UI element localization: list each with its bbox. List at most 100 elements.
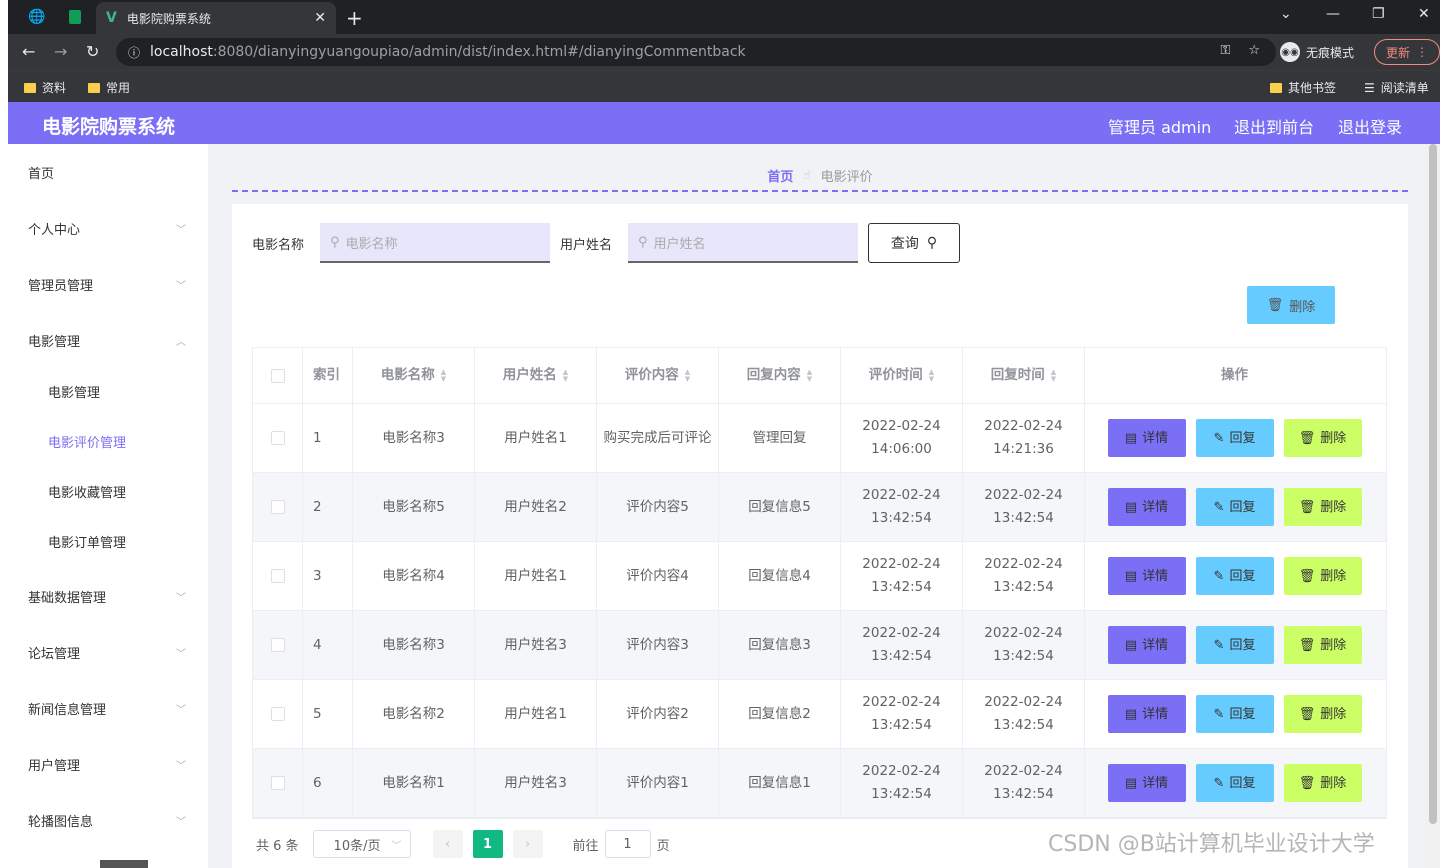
sidebar-sub-movie[interactable]: 电影管理	[8, 366, 208, 416]
detail-button[interactable]: ▤ 详情	[1107, 557, 1186, 595]
close-icon[interactable]: ✕	[314, 10, 326, 26]
user-name-input[interactable]: ⚲ 用户姓名	[628, 223, 858, 263]
sort-icon[interactable]: ▲ ▼	[685, 368, 690, 383]
delete-button[interactable]: 🗑 删除	[1283, 557, 1362, 595]
sidebar-item-news[interactable]: 新闻信息管理 ﹀	[8, 680, 208, 736]
row-checkbox[interactable]	[270, 569, 285, 583]
back-icon[interactable]: ←	[22, 42, 35, 61]
restore-icon[interactable]: ❐	[1372, 6, 1385, 22]
new-tab-icon[interactable]: +	[346, 6, 363, 30]
user-name-placeholder: 用户姓名	[653, 236, 706, 252]
header-comment-time[interactable]: 评价时间 ▲ ▼	[841, 348, 963, 403]
select-all-checkbox[interactable]	[270, 368, 285, 383]
prev-page-button[interactable]: ‹	[432, 830, 463, 858]
logout-link[interactable]: 退出登录	[1338, 114, 1402, 138]
goto-page-input[interactable]: 1	[604, 830, 651, 858]
detail-button[interactable]: ▤ 详情	[1107, 488, 1186, 526]
sidebar-item-users[interactable]: 用户管理 ﹀	[8, 736, 208, 792]
minimize-icon[interactable]: —	[1326, 6, 1340, 22]
movie-name-input[interactable]: ⚲ 电影名称	[320, 223, 550, 263]
row-checkbox[interactable]	[270, 500, 285, 514]
sidebar-item-basic-data[interactable]: 基础数据管理 ﹀	[8, 568, 208, 624]
sidebar-sub-movie-comment[interactable]: 电影评价管理	[8, 416, 208, 466]
row-reply-time-value: 2022-02-24 13:42:54	[984, 694, 1063, 733]
delete-button[interactable]: 🗑 删除	[1283, 764, 1362, 802]
delete-button[interactable]: 🗑 删除	[1283, 626, 1362, 664]
row-checkbox[interactable]	[270, 707, 285, 721]
detail-button[interactable]: ▤ 详情	[1107, 419, 1186, 457]
row-checkbox[interactable]	[270, 431, 285, 445]
other-bookmarks[interactable]: 其他书签	[1270, 79, 1336, 96]
row-comment-value: 评价内容3	[626, 636, 689, 653]
row-checkbox[interactable]	[270, 638, 285, 652]
row-index-value: 5	[313, 705, 322, 722]
delete-label: 删除	[1320, 430, 1347, 446]
delete-button[interactable]: 🗑 删除	[1283, 419, 1362, 457]
header-reply[interactable]: 回复内容 ▲ ▼	[719, 348, 841, 403]
chevron-down-icon[interactable]: ⌄	[1280, 6, 1292, 22]
sidebar-sub-movie-favorite[interactable]: 电影收藏管理	[8, 466, 208, 516]
sidebar-item-forum[interactable]: 论坛管理 ﹀	[8, 624, 208, 680]
delete-label: 删除	[1320, 775, 1347, 791]
bookmark-folder[interactable]: 常用	[88, 79, 130, 96]
update-button[interactable]: 更新 ⋮	[1374, 39, 1440, 65]
reload-icon[interactable]: ↻	[86, 42, 99, 61]
delete-button[interactable]: 🗑 删除	[1283, 695, 1362, 733]
incognito-indicator[interactable]: ◉◉ 无痕模式	[1280, 42, 1354, 62]
row-movie-value: 电影名称4	[382, 567, 445, 584]
page-scrollbar[interactable]	[1426, 144, 1440, 868]
reply-button[interactable]: ✎ 回复	[1195, 764, 1274, 802]
sort-icon[interactable]: ▲ ▼	[929, 368, 934, 383]
sort-icon[interactable]: ▲ ▼	[1051, 368, 1056, 383]
globe-icon[interactable]: 🌐	[28, 8, 46, 26]
row-user: 用户姓名3	[475, 749, 597, 817]
reply-button[interactable]: ✎ 回复	[1195, 419, 1274, 457]
detail-button[interactable]: ▤ 详情	[1107, 695, 1186, 733]
row-checkbox[interactable]	[270, 776, 285, 790]
sort-icon[interactable]: ▲ ▼	[563, 368, 568, 383]
reply-button[interactable]: ✎ 回复	[1195, 557, 1274, 595]
header-movie[interactable]: 电影名称 ▲ ▼	[353, 348, 475, 403]
sidebar-item-carousel[interactable]: 轮播图信息 ﹀	[8, 792, 208, 848]
page-size-select[interactable]: 10条/页 ﹀	[312, 830, 411, 858]
page-number-current[interactable]: 1	[472, 830, 503, 858]
header-reply-time[interactable]: 回复时间 ▲ ▼	[963, 348, 1085, 403]
star-icon[interactable]: ☆	[1248, 43, 1260, 58]
sidebar-item-home[interactable]: 首页	[8, 144, 208, 200]
sidebar-item-profile[interactable]: 个人中心 ﹀	[8, 200, 208, 256]
sort-icon[interactable]: ▲ ▼	[441, 368, 446, 383]
exit-to-front-link[interactable]: 退出到前台	[1234, 114, 1314, 138]
chevron-up-icon: ︿	[176, 336, 186, 348]
reply-button[interactable]: ✎ 回复	[1195, 488, 1274, 526]
breadcrumb-home[interactable]: 首页	[767, 166, 793, 185]
detail-button[interactable]: ▤ 详情	[1107, 626, 1186, 664]
sidebar-item-admin-mgmt[interactable]: 管理员管理 ﹀	[8, 256, 208, 312]
sidebar-item-movie-mgmt[interactable]: 电影管理 ︿	[8, 312, 208, 368]
row-index-value: 4	[313, 636, 322, 653]
table-row: 4 电影名称3 用户姓名3 评价内容3 回复信息3 2022-02-24 13:42:54…	[253, 611, 1386, 680]
header-comment[interactable]: 评价内容 ▲ ▼	[597, 348, 719, 403]
sheets-icon[interactable]	[66, 8, 84, 26]
delete-button[interactable]: 🗑 删除	[1283, 488, 1362, 526]
bookmark-folder[interactable]: 资料	[24, 79, 66, 96]
address-bar[interactable]: ⓘ localhost :8080/dianyingyuangoupiao/ad…	[116, 38, 1276, 66]
row-index: 5	[303, 680, 353, 748]
edit-icon: ✎	[1213, 499, 1225, 515]
forward-icon[interactable]: →	[54, 42, 67, 61]
query-button[interactable]: 查询 ⚲	[868, 223, 960, 263]
reply-button[interactable]: ✎ 回复	[1195, 626, 1274, 664]
key-icon[interactable]: ⚿	[1220, 43, 1230, 58]
reply-button[interactable]: ✎ 回复	[1195, 695, 1274, 733]
sidebar-sub-movie-order[interactable]: 电影订单管理	[8, 516, 208, 566]
active-tab[interactable]: V 电影院购票系统 ✕	[96, 2, 336, 34]
window-close-icon[interactable]: ✕	[1418, 6, 1430, 22]
batch-delete-button[interactable]: 🗑 删除	[1247, 286, 1335, 324]
more-icon: ⋮	[1416, 45, 1428, 59]
detail-button[interactable]: ▤ 详情	[1107, 764, 1186, 802]
scrollbar-thumb[interactable]	[1429, 144, 1437, 824]
sort-icon[interactable]: ▲ ▼	[807, 368, 812, 383]
reading-list[interactable]: ☰ 阅读清单	[1364, 79, 1429, 96]
header-user[interactable]: 用户姓名 ▲ ▼	[475, 348, 597, 403]
next-page-button[interactable]: ›	[512, 830, 543, 858]
info-icon[interactable]: ⓘ	[128, 44, 140, 61]
